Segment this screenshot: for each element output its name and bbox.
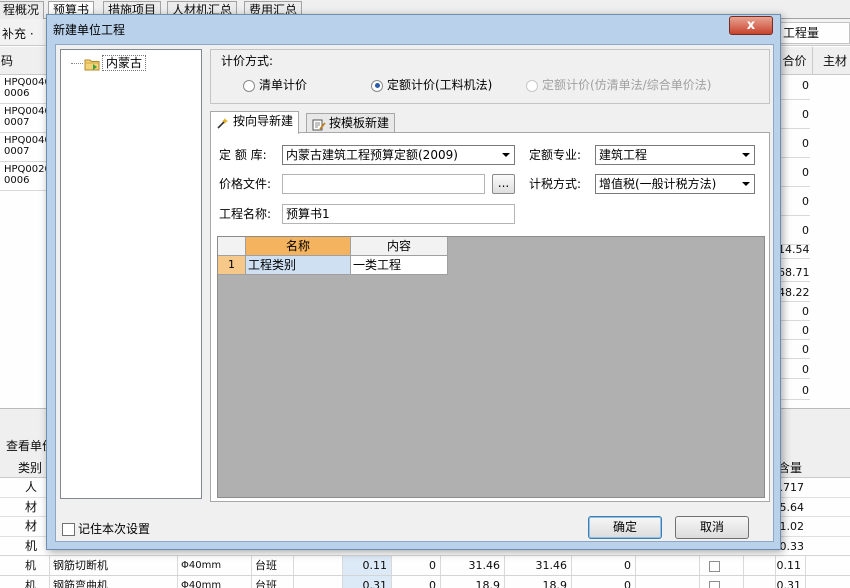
column-header-content[interactable]: 内容 [351,237,448,256]
radio-label: 定额计价(仿清单法/综合单价法) [542,78,712,92]
close-button[interactable]: x [729,16,773,35]
column-header-name[interactable]: 名称 [246,237,351,256]
ok-button[interactable]: 确定 [588,516,662,539]
radio-quota-pricing-comprehensive: 定额计价(仿清单法/综合单价法) [526,77,711,93]
pricing-method-legend: 计价方式: [221,54,274,68]
property-name-cell[interactable]: 工程类别 [246,256,351,275]
folder-icon [84,58,100,70]
specialty-select[interactable]: 建筑工程 [595,145,755,165]
tax-method-label: 计税方式: [529,177,582,191]
project-name-label: 工程名称: [219,207,272,221]
radio-indicator [243,79,255,92]
radio-label: 清单计价 [259,78,308,92]
tree-node-label[interactable]: 内蒙古 [102,55,147,71]
dropdown-arrow-icon [742,182,750,186]
tab-template[interactable]: 按模板新建 [306,113,396,133]
remember-label: 记住本次设置 [78,522,151,536]
tab-label: 按模板新建 [329,116,390,130]
radio-indicator [526,79,538,92]
price-file-input[interactable] [282,174,485,194]
project-name-input[interactable]: 预算书1 [282,204,515,224]
price-file-label: 价格文件: [219,177,272,191]
radio-bill-pricing[interactable]: 清单计价 [243,77,307,93]
tree-node-root[interactable]: 内蒙古 [71,55,147,71]
creation-tabs: 按向导新建 按模板新建 [210,111,770,134]
dialog-title: 新建单位工程 [53,23,126,37]
dialog-body: 内蒙古 记住本次设置 计价方式: 清单计价 定额计价(工料机法) 定额计价(仿清… [55,44,774,542]
remember-checkbox[interactable] [62,523,75,536]
browse-button[interactable]: ... [492,174,515,194]
wizard-icon [216,116,230,129]
template-icon [312,118,326,130]
wizard-panel: 定 额 库: 内蒙古建筑工程预算定额(2009) 定额专业: 建筑工程 价格文件… [210,132,770,502]
pricing-method-group: 计价方式: 清单计价 定额计价(工料机法) 定额计价(仿清单法/综合单价法) [210,49,770,104]
tab-label: 按向导新建 [233,114,294,128]
quota-lib-label: 定 额 库: [219,148,267,162]
project-properties-table: 名称 内容 1 工程类别 一类工程 [217,236,765,498]
close-icon: x [746,18,756,33]
dropdown-arrow-icon [742,153,750,157]
row-number[interactable]: 1 [218,256,246,275]
radio-label: 定额计价(工料机法) [387,78,493,92]
tax-method-select[interactable]: 增值税(一般计税方法) [595,174,755,194]
radio-indicator-selected [371,79,383,92]
dropdown-arrow-icon [502,153,510,157]
specialty-label: 定额专业: [529,148,582,162]
tab-wizard[interactable]: 按向导新建 [210,111,300,134]
remember-settings[interactable]: 记住本次设置 [62,521,150,537]
region-tree[interactable]: 内蒙古 [60,49,202,499]
cancel-button[interactable]: 取消 [675,516,749,539]
table-corner [218,237,246,256]
tree-connector [71,63,83,64]
quota-lib-select[interactable]: 内蒙古建筑工程预算定额(2009) [282,145,515,165]
radio-quota-pricing[interactable]: 定额计价(工料机法) [371,77,492,93]
new-unit-project-dialog: 新建单位工程 x 内蒙古 记住本次设置 计价方式: 清单计价 定额计价(工料机法… [46,14,781,550]
property-value-cell[interactable]: 一类工程 [351,256,448,275]
